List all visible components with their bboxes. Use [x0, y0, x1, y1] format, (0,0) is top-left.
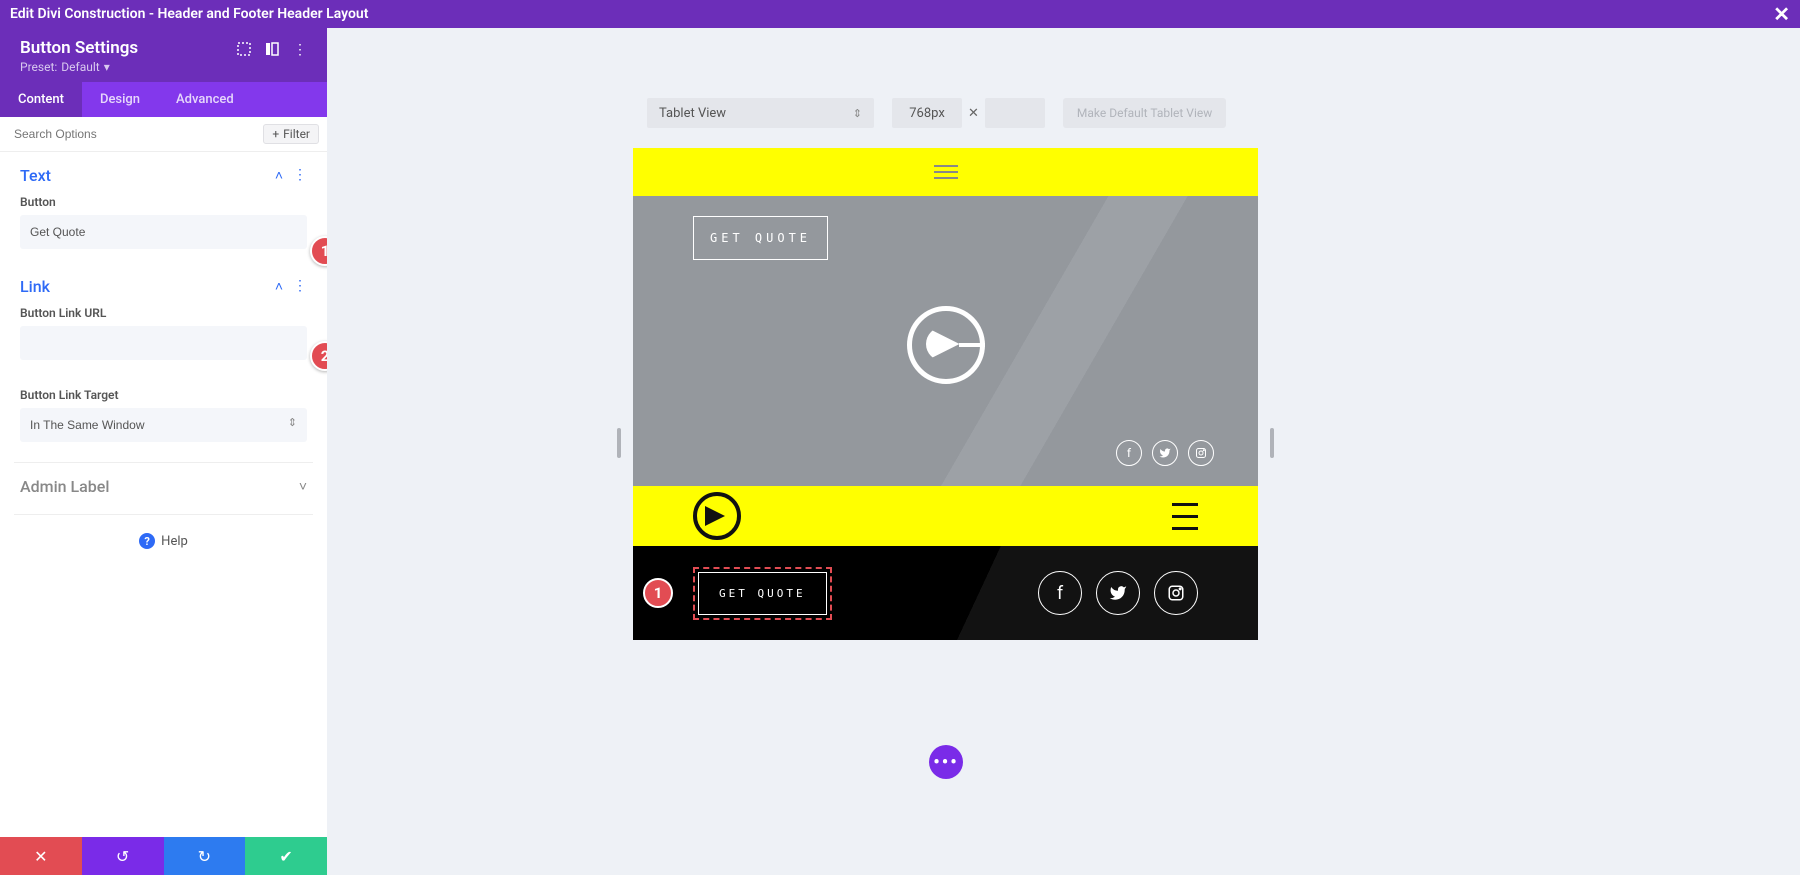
twitter-icon[interactable]: [1152, 440, 1178, 466]
title-bar-text: Edit Divi Construction - Header and Foot…: [10, 6, 368, 22]
layout-icon[interactable]: [265, 42, 279, 58]
more-fab-icon[interactable]: •••: [929, 745, 963, 779]
twitter-icon[interactable]: [1096, 571, 1140, 615]
tab-advanced[interactable]: Advanced: [158, 82, 252, 117]
hamburger-icon[interactable]: [934, 165, 958, 179]
selected-module-outline[interactable]: GET QUOTE: [693, 567, 832, 620]
chevron-down-icon: ˅: [299, 478, 307, 495]
cancel-button[interactable]: ✕: [0, 837, 82, 875]
preview-yellow-mid: [633, 486, 1258, 546]
link-url-label: Button Link URL: [20, 306, 307, 326]
viewport-width[interactable]: 768px: [892, 98, 962, 128]
preview-black-bar: GET QUOTE f 1: [633, 546, 1258, 640]
view-toolbar: Tablet View 768px ✕ Make Default Tablet …: [647, 98, 1226, 128]
preset-selector[interactable]: Preset: Default ▾: [20, 60, 138, 74]
help-link[interactable]: ? Help: [0, 515, 327, 567]
more-vertical-icon[interactable]: ⋮: [293, 42, 307, 58]
facebook-icon[interactable]: f: [1038, 571, 1082, 615]
redo-button[interactable]: ↻: [164, 837, 246, 875]
link-target-label: Button Link Target: [20, 388, 307, 408]
more-vertical-icon[interactable]: ⋮: [293, 167, 307, 184]
instagram-icon[interactable]: [1188, 440, 1214, 466]
chevron-down-icon: ▾: [104, 60, 110, 74]
make-default-button[interactable]: Make Default Tablet View: [1063, 98, 1226, 128]
expand-icon[interactable]: [237, 42, 251, 58]
button-text-label: Button: [20, 195, 307, 215]
chevron-up-icon: ˄: [275, 278, 283, 295]
panel-title: Button Settings: [20, 38, 138, 58]
save-button[interactable]: ✔: [245, 837, 327, 875]
viewport-height[interactable]: [985, 98, 1045, 128]
button-text-input[interactable]: [20, 215, 307, 249]
annotation-marker-1: 1: [643, 578, 673, 608]
by-label: ✕: [968, 106, 979, 121]
panel-footer: ✕ ↺ ↻ ✔: [0, 837, 327, 875]
title-bar: Edit Divi Construction - Header and Foot…: [0, 0, 1800, 28]
more-vertical-icon[interactable]: ⋮: [293, 278, 307, 295]
help-icon: ?: [139, 533, 155, 549]
undo-button[interactable]: ↺: [82, 837, 164, 875]
panel-header: Button Settings Preset: Default ▾ ⋮: [0, 28, 327, 82]
instagram-icon[interactable]: [1154, 571, 1198, 615]
section-admin-label[interactable]: Admin Label ˅: [0, 463, 327, 500]
filter-button[interactable]: + Filter: [263, 124, 319, 144]
preview-frame: GET QUOTE f GET QUOTE: [633, 148, 1258, 640]
settings-panel: Button Settings Preset: Default ▾ ⋮ Cont…: [0, 28, 327, 875]
search-input[interactable]: [0, 117, 263, 151]
chevron-up-icon: ˄: [275, 167, 283, 184]
view-selector[interactable]: Tablet View: [647, 98, 874, 128]
canvas: Tablet View 768px ✕ Make Default Tablet …: [327, 28, 1800, 875]
close-icon[interactable]: ✕: [1773, 2, 1790, 26]
preview-yellow-top: [633, 148, 1258, 196]
search-row: + Filter: [0, 117, 327, 152]
link-target-select[interactable]: [20, 408, 307, 442]
get-quote-button-selected[interactable]: GET QUOTE: [698, 572, 827, 615]
tab-design[interactable]: Design: [82, 82, 158, 117]
preview-hero: GET QUOTE f: [633, 196, 1258, 486]
section-link[interactable]: Link ˄ ⋮: [0, 263, 327, 300]
logo-dark-icon: [693, 492, 741, 540]
resize-handle-left[interactable]: [617, 428, 621, 458]
tabs: Content Design Advanced: [0, 82, 327, 117]
plus-icon: +: [272, 127, 279, 141]
link-url-input[interactable]: [20, 326, 307, 360]
hamburger-icon[interactable]: [1172, 503, 1198, 530]
get-quote-button-hero[interactable]: GET QUOTE: [693, 216, 828, 260]
resize-handle-right[interactable]: [1270, 428, 1274, 458]
facebook-icon[interactable]: f: [1116, 440, 1142, 466]
logo-icon: [907, 306, 985, 384]
section-text[interactable]: Text ˄ ⋮: [0, 152, 327, 189]
tab-content[interactable]: Content: [0, 82, 82, 117]
